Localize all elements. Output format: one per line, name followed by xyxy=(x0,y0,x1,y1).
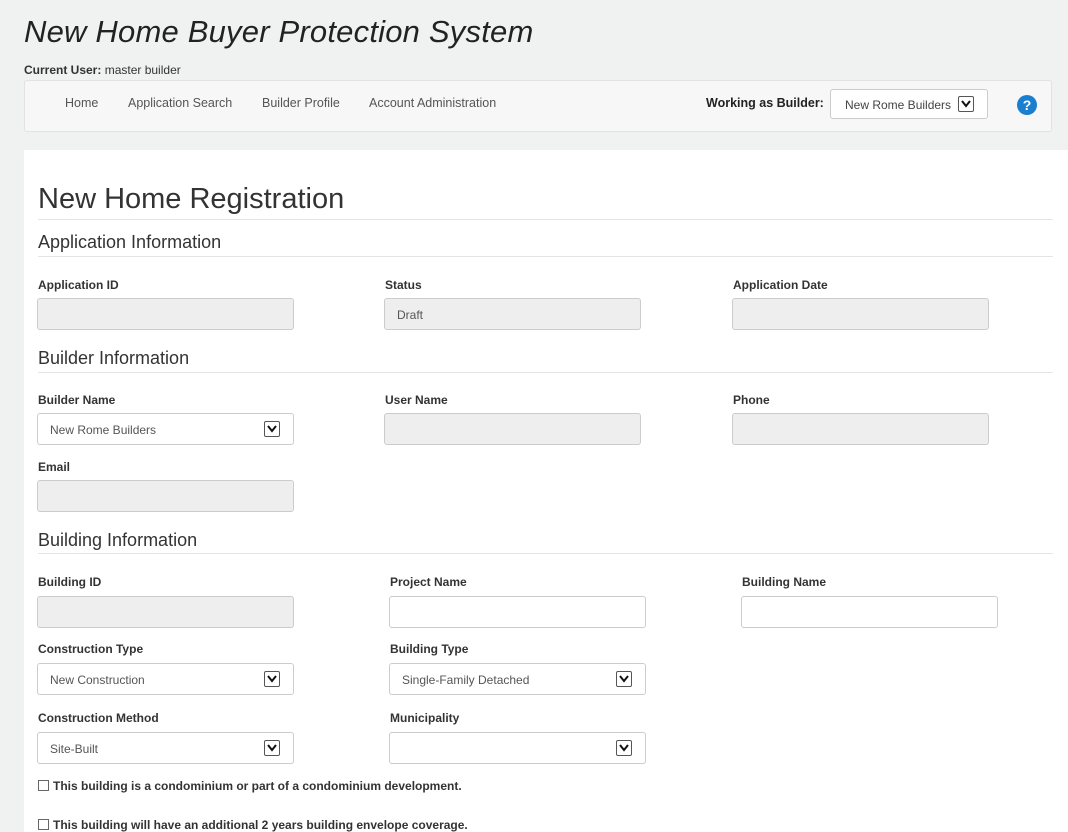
working-as-builder-select[interactable]: New Rome Builders xyxy=(830,89,988,119)
building-id-label: Building ID xyxy=(38,575,102,589)
page-title: New Home Registration xyxy=(38,183,345,215)
chevron-down-icon xyxy=(616,671,632,687)
phone-field[interactable] xyxy=(732,413,989,445)
chevron-down-icon xyxy=(616,740,632,756)
nav-account-administration[interactable]: Account Administration xyxy=(369,96,496,110)
application-date-field[interactable] xyxy=(732,298,989,330)
building-type-value: Single-Family Detached xyxy=(402,673,530,687)
divider xyxy=(38,256,1053,257)
construction-type-label: Construction Type xyxy=(38,642,144,656)
current-user: Current User: master builder xyxy=(24,63,181,77)
chevron-down-icon xyxy=(264,740,280,756)
project-name-input[interactable] xyxy=(389,596,646,628)
construction-type-value: New Construction xyxy=(50,673,145,687)
nav-home[interactable]: Home xyxy=(65,96,98,110)
municipality-select[interactable] xyxy=(389,732,646,764)
envelope-checkbox-row[interactable]: This building will have an additional 2 … xyxy=(38,818,468,832)
municipality-label: Municipality xyxy=(390,711,460,725)
current-user-value: master builder xyxy=(104,63,181,77)
condo-checkbox[interactable] xyxy=(38,780,49,791)
divider xyxy=(38,553,1053,554)
nav-application-search[interactable]: Application Search xyxy=(128,96,232,110)
section-heading-building: Building Information xyxy=(38,530,198,550)
help-icon[interactable]: ? xyxy=(1017,95,1037,115)
user-name-label: User Name xyxy=(385,393,448,407)
application-id-field[interactable] xyxy=(37,298,294,330)
construction-type-select[interactable]: New Construction xyxy=(37,663,294,695)
working-as-builder-value: New Rome Builders xyxy=(845,98,952,112)
builder-name-label: Builder Name xyxy=(38,393,116,407)
project-name-label: Project Name xyxy=(390,575,467,589)
chevron-down-icon xyxy=(264,421,280,437)
section-heading-builder: Builder Information xyxy=(38,348,190,368)
phone-label: Phone xyxy=(733,393,770,407)
envelope-checkbox-label: This building will have an additional 2 … xyxy=(53,818,468,832)
section-heading-application: Application Information xyxy=(38,232,222,252)
building-type-select[interactable]: Single-Family Detached xyxy=(389,663,646,695)
nav-builder-profile[interactable]: Builder Profile xyxy=(262,96,340,110)
condo-checkbox-label: This building is a condominium or part o… xyxy=(53,779,462,793)
application-date-label: Application Date xyxy=(733,278,828,292)
builder-name-select[interactable]: New Rome Builders xyxy=(37,413,294,445)
construction-method-value: Site-Built xyxy=(50,742,99,756)
divider xyxy=(38,372,1053,373)
status-label: Status xyxy=(385,278,422,292)
envelope-checkbox[interactable] xyxy=(38,819,49,830)
building-name-label: Building Name xyxy=(742,575,827,589)
builder-name-value: New Rome Builders xyxy=(50,423,157,437)
divider xyxy=(38,219,1053,220)
top-navbar: Home Application Search Builder Profile … xyxy=(24,80,1052,132)
building-id-field[interactable] xyxy=(37,596,294,628)
chevron-down-icon xyxy=(264,671,280,687)
email-label: Email xyxy=(38,460,71,474)
building-type-label: Building Type xyxy=(390,642,469,656)
condo-checkbox-row[interactable]: This building is a condominium or part o… xyxy=(38,779,462,793)
construction-method-select[interactable]: Site-Built xyxy=(37,732,294,764)
application-id-label: Application ID xyxy=(38,278,119,292)
status-field[interactable]: Draft xyxy=(384,298,641,330)
page: New Home Buyer Protection System Current… xyxy=(0,0,1068,832)
app-title: New Home Buyer Protection System xyxy=(24,14,534,49)
construction-method-label: Construction Method xyxy=(38,711,159,725)
building-name-input[interactable] xyxy=(741,596,998,628)
email-field[interactable] xyxy=(37,480,294,512)
current-user-label: Current User: xyxy=(24,63,102,77)
working-as-builder-label: Working as Builder: xyxy=(706,96,824,110)
user-name-field[interactable] xyxy=(384,413,641,445)
chevron-down-icon xyxy=(958,96,974,112)
